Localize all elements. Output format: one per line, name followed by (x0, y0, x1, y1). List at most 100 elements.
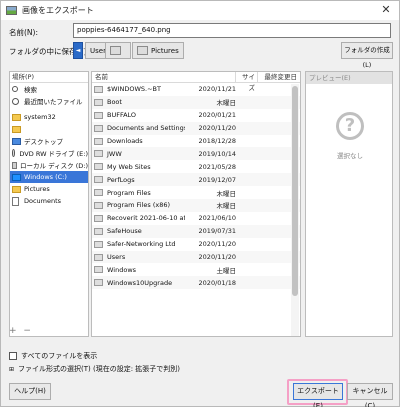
file-modified: 2019/10/14 (198, 149, 236, 158)
folder-icon (12, 185, 21, 193)
file-row[interactable]: $WINDOWS.~BT 2020/11/21 (92, 83, 300, 96)
folder-icon (94, 201, 103, 209)
folder-icon (94, 124, 103, 132)
preview-empty-text: 選択なし (337, 152, 363, 160)
filename-input[interactable]: poppies-6464177_640.png (73, 23, 391, 38)
column-header-modified[interactable]: 最終変更日 (258, 72, 300, 82)
file-row[interactable]: Downloads 2018/12/28 (92, 135, 300, 148)
file-name-cell: PerfLogs (92, 176, 185, 184)
file-name: SafeHouse (107, 227, 142, 236)
place-local-disk-d[interactable]: ローカル ディスク (D:) (10, 159, 88, 171)
file-row[interactable]: Program Files 木曜日 (92, 186, 300, 199)
folder-icon (12, 125, 21, 133)
file-name: JWW (107, 149, 122, 158)
place-recent[interactable]: 最近開いたファイル (10, 95, 88, 107)
file-modified: 2020/11/20 (198, 240, 236, 249)
file-row[interactable]: My Web Sites 2021/05/28 (92, 160, 300, 173)
folder-icon (94, 111, 103, 119)
place-label: ローカル ディスク (D:) (20, 162, 88, 170)
close-button[interactable]: ✕ (379, 4, 393, 17)
file-modified: 2021/05/28 (198, 162, 236, 171)
folder-icon (94, 214, 103, 222)
windows-drive-icon (12, 173, 21, 181)
file-row[interactable]: Safer-Networking Ltd 2020/11/20 (92, 238, 300, 251)
expander-icon: ⊞ (9, 365, 15, 373)
file-name-cell: Windows (92, 266, 200, 274)
file-list-header: 名前 サイズ 最終変更日 (92, 72, 300, 92)
file-row[interactable]: Windows 土曜日 (92, 263, 300, 276)
file-row[interactable]: Program Files (x86) 木曜日 (92, 199, 300, 212)
file-modified: 2019/07/31 (198, 227, 236, 236)
folder-icon (94, 85, 103, 93)
column-header-name[interactable]: 名前 (92, 72, 236, 82)
file-name-cell: SafeHouse (92, 227, 185, 235)
place-folder[interactable] (10, 123, 88, 135)
places-header[interactable]: 場所(P) (10, 72, 88, 83)
file-modified: 2020/11/20 (198, 124, 236, 133)
path-button-user-folder[interactable] (105, 42, 131, 59)
file-row[interactable]: Documents and Settings 2020/11/20 (92, 121, 300, 135)
clock-icon (12, 97, 19, 105)
place-label: Pictures (24, 185, 50, 193)
folder-icon (94, 253, 103, 261)
show-all-files-option[interactable]: すべてのファイルを表示 (9, 351, 97, 361)
scrollbar-thumb[interactable] (292, 86, 298, 296)
help-button[interactable]: ヘルプ(H) (9, 383, 51, 400)
file-type-label: ファイル形式の選択(T) (現在の設定: 拡張子で判別) (18, 365, 181, 373)
create-folder-button[interactable]: フォルダの作成(L) (341, 42, 393, 69)
preview-header[interactable]: プレビュー(E) (306, 72, 392, 84)
file-modified: 2019/12/07 (198, 175, 236, 184)
file-row[interactable]: Windows10Upgrade 2020/01/18 (92, 276, 300, 290)
file-name: Program Files (x86) (107, 201, 171, 210)
folder-icon (137, 46, 148, 55)
place-windows-c[interactable]: Windows (C:) (10, 171, 88, 183)
file-name: Windows10Upgrade (107, 278, 173, 287)
place-documents[interactable]: Documents (10, 195, 88, 207)
folder-icon (94, 240, 103, 248)
file-name-cell: My Web Sites (92, 163, 185, 171)
show-all-files-checkbox[interactable] (9, 352, 17, 360)
export-button[interactable]: エクスポート(E) (293, 383, 343, 407)
file-row[interactable]: JWW 2019/10/14 (92, 147, 300, 161)
path-toggle-button[interactable]: ◄ (73, 42, 83, 59)
path-button-pictures[interactable]: Pictures (132, 42, 184, 59)
file-name-cell: Documents and Settings (92, 124, 185, 132)
desktop-icon (12, 137, 21, 145)
place-desktop[interactable]: デスクトップ (10, 135, 88, 147)
file-row[interactable]: Boot 木曜日 (92, 95, 300, 109)
file-modified: 土曜日 (216, 266, 237, 275)
file-modified: 2020/11/21 (198, 85, 236, 94)
folder-icon (94, 176, 103, 184)
file-name-cell: BUFFALO (92, 111, 185, 119)
file-list: 名前 サイズ 最終変更日 $WINDOWS.~BT 2020/11/21 Boot 木… (91, 71, 301, 337)
file-row[interactable]: Recoverit 2021-06-10 at 18.52.11 2021/06/… (92, 212, 300, 225)
add-place-button[interactable]: + (9, 326, 17, 336)
window-title: 画像をエクスポート (22, 6, 94, 15)
file-modified: 2018/12/28 (198, 137, 236, 145)
folder-icon (110, 46, 121, 55)
file-name: Safer-Networking Ltd (107, 240, 176, 249)
drive-icon (12, 161, 18, 169)
file-name-cell: Users (92, 253, 185, 261)
place-label: system32 (24, 113, 56, 121)
place-pictures[interactable]: Pictures (10, 183, 88, 195)
file-name: Recoverit 2021-06-10 at 18.52.11 (107, 214, 185, 223)
column-header-size[interactable]: サイズ (236, 72, 258, 92)
file-row[interactable]: PerfLogs 2019/12/07 (92, 173, 300, 187)
file-row[interactable]: BUFFALO 2020/01/21 (92, 109, 300, 122)
file-row[interactable]: Users 2020/11/20 (92, 250, 300, 264)
folder-icon (94, 227, 103, 235)
remove-place-button[interactable]: − (23, 326, 31, 336)
place-search[interactable]: 検索 (10, 83, 88, 95)
file-name-cell: Program Files (x86) (92, 201, 200, 209)
file-modified: 2020/01/21 (198, 111, 236, 120)
file-name: PerfLogs (107, 175, 135, 184)
file-type-expander[interactable]: ⊞ ファイル形式の選択(T) (現在の設定: 拡張子で判別) (9, 364, 180, 374)
place-system32[interactable]: system32 (10, 111, 88, 123)
preview-panel: プレビュー(E) ? 選択なし (305, 71, 393, 337)
file-list-scrollbar[interactable] (291, 84, 299, 336)
place-dvd-drive[interactable]: DVD RW ドライブ (E:) (10, 147, 88, 159)
file-row[interactable]: SafeHouse 2019/07/31 (92, 224, 300, 238)
place-label: 検索 (24, 86, 37, 94)
cancel-button[interactable]: キャンセル(C) (347, 383, 393, 407)
